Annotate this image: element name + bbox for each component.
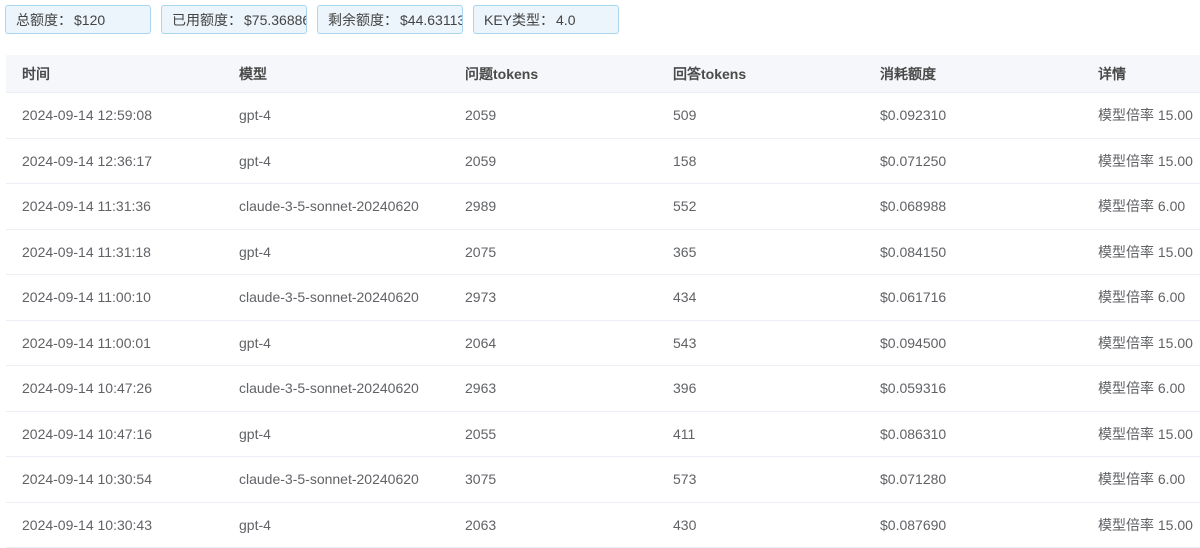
cell-prompt-tokens: 2055 xyxy=(449,426,657,442)
total-quota-value: $120 xyxy=(74,12,105,28)
cell-detail: 模型倍率 6.00 xyxy=(1082,196,1200,216)
cell-model: claude-3-5-sonnet-20240620 xyxy=(223,380,449,396)
cell-detail: 模型倍率 6.00 xyxy=(1082,469,1200,489)
total-quota-label: 总额度： xyxy=(16,12,72,28)
remaining-quota-value: $44.631132 xyxy=(400,12,463,28)
table-row[interactable]: 2024-09-14 10:30:54claude-3-5-sonnet-202… xyxy=(6,457,1200,503)
cell-time: 2024-09-14 12:59:08 xyxy=(6,107,223,123)
cell-cost: $0.061716 xyxy=(864,289,1082,305)
header-model[interactable]: 模型 xyxy=(223,64,449,84)
header-detail[interactable]: 详情 xyxy=(1082,64,1200,84)
cell-prompt-tokens: 2059 xyxy=(449,153,657,169)
cell-model: gpt-4 xyxy=(223,335,449,351)
cell-model: gpt-4 xyxy=(223,426,449,442)
cell-time: 2024-09-14 10:30:54 xyxy=(6,471,223,487)
quota-summary-bar: 总额度：$120 已用额度：$75.368868 剩余额度：$44.631132… xyxy=(5,5,619,36)
cell-prompt-tokens: 2989 xyxy=(449,198,657,214)
cell-time: 2024-09-14 10:47:26 xyxy=(6,380,223,396)
cell-time: 2024-09-14 11:31:18 xyxy=(6,244,223,260)
cell-model: gpt-4 xyxy=(223,517,449,533)
cell-model: gpt-4 xyxy=(223,107,449,123)
table-row[interactable]: 2024-09-14 11:31:36claude-3-5-sonnet-202… xyxy=(6,184,1200,230)
cell-prompt-tokens: 2973 xyxy=(449,289,657,305)
key-type-label: KEY类型： xyxy=(484,12,554,28)
cell-completion-tokens: 396 xyxy=(657,380,864,396)
table-row[interactable]: 2024-09-14 10:30:43gpt-42063430$0.087690… xyxy=(6,503,1200,548)
cell-cost: $0.092310 xyxy=(864,107,1082,123)
cell-time: 2024-09-14 10:47:16 xyxy=(6,426,223,442)
table-row[interactable]: 2024-09-14 11:00:01gpt-42064543$0.094500… xyxy=(6,321,1200,367)
cell-prompt-tokens: 2064 xyxy=(449,335,657,351)
cell-prompt-tokens: 2963 xyxy=(449,380,657,396)
cell-model: gpt-4 xyxy=(223,244,449,260)
total-quota-box: 总额度：$120 xyxy=(5,5,151,34)
table-row[interactable]: 2024-09-14 10:47:16gpt-42055411$0.086310… xyxy=(6,412,1200,458)
cell-completion-tokens: 430 xyxy=(657,517,864,533)
remaining-quota-label: 剩余额度： xyxy=(328,12,398,28)
cell-detail: 模型倍率 6.00 xyxy=(1082,287,1200,307)
cell-completion-tokens: 365 xyxy=(657,244,864,260)
cell-prompt-tokens: 2063 xyxy=(449,517,657,533)
cell-time: 2024-09-14 11:00:10 xyxy=(6,289,223,305)
header-cost[interactable]: 消耗额度 xyxy=(864,64,1082,84)
used-quota-box: 已用额度：$75.368868 xyxy=(161,5,307,34)
used-quota-value: $75.368868 xyxy=(244,12,307,28)
table-row[interactable]: 2024-09-14 11:00:10claude-3-5-sonnet-202… xyxy=(6,275,1200,321)
cell-completion-tokens: 434 xyxy=(657,289,864,305)
cell-detail: 模型倍率 15.00 xyxy=(1082,242,1200,262)
used-quota-label: 已用额度： xyxy=(172,12,242,28)
key-type-box: KEY类型：4.0 xyxy=(473,5,619,34)
cell-completion-tokens: 543 xyxy=(657,335,864,351)
cell-completion-tokens: 158 xyxy=(657,153,864,169)
cell-time: 2024-09-14 11:00:01 xyxy=(6,335,223,351)
cell-completion-tokens: 509 xyxy=(657,107,864,123)
cell-cost: $0.059316 xyxy=(864,380,1082,396)
key-type-value: 4.0 xyxy=(556,12,575,28)
header-time[interactable]: 时间 xyxy=(6,64,223,84)
cell-time: 2024-09-14 12:36:17 xyxy=(6,153,223,169)
header-prompt-tokens[interactable]: 问题tokens xyxy=(449,64,657,84)
cell-cost: $0.071280 xyxy=(864,471,1082,487)
cell-cost: $0.094500 xyxy=(864,335,1082,351)
cell-model: gpt-4 xyxy=(223,153,449,169)
cell-cost: $0.086310 xyxy=(864,426,1082,442)
cell-completion-tokens: 552 xyxy=(657,198,864,214)
cell-detail: 模型倍率 15.00 xyxy=(1082,515,1200,535)
header-completion-tokens[interactable]: 回答tokens xyxy=(657,64,864,84)
cell-detail: 模型倍率 15.00 xyxy=(1082,424,1200,444)
cell-cost: $0.068988 xyxy=(864,198,1082,214)
table-row[interactable]: 2024-09-14 11:31:18gpt-42075365$0.084150… xyxy=(6,230,1200,276)
table-row[interactable]: 2024-09-14 12:59:08gpt-42059509$0.092310… xyxy=(6,93,1200,139)
cell-prompt-tokens: 2059 xyxy=(449,107,657,123)
table-row[interactable]: 2024-09-14 10:47:26claude-3-5-sonnet-202… xyxy=(6,366,1200,412)
table-body: 2024-09-14 12:59:08gpt-42059509$0.092310… xyxy=(6,93,1200,548)
cell-completion-tokens: 573 xyxy=(657,471,864,487)
table-row[interactable]: 2024-09-14 12:36:17gpt-42059158$0.071250… xyxy=(6,139,1200,185)
table-header: 时间 模型 问题tokens 回答tokens 消耗额度 详情 xyxy=(6,55,1200,93)
cell-detail: 模型倍率 6.00 xyxy=(1082,378,1200,398)
cell-time: 2024-09-14 10:30:43 xyxy=(6,517,223,533)
cell-time: 2024-09-14 11:31:36 xyxy=(6,198,223,214)
cell-detail: 模型倍率 15.00 xyxy=(1082,151,1200,171)
cell-detail: 模型倍率 15.00 xyxy=(1082,105,1200,125)
usage-log-table: 时间 模型 问题tokens 回答tokens 消耗额度 详情 2024-09-… xyxy=(6,55,1200,548)
cell-cost: $0.087690 xyxy=(864,517,1082,533)
cell-detail: 模型倍率 15.00 xyxy=(1082,333,1200,353)
remaining-quota-box: 剩余额度：$44.631132 xyxy=(317,5,463,34)
cell-prompt-tokens: 3075 xyxy=(449,471,657,487)
cell-prompt-tokens: 2075 xyxy=(449,244,657,260)
cell-model: claude-3-5-sonnet-20240620 xyxy=(223,471,449,487)
cell-cost: $0.071250 xyxy=(864,153,1082,169)
cell-cost: $0.084150 xyxy=(864,244,1082,260)
cell-completion-tokens: 411 xyxy=(657,426,864,442)
cell-model: claude-3-5-sonnet-20240620 xyxy=(223,289,449,305)
cell-model: claude-3-5-sonnet-20240620 xyxy=(223,198,449,214)
